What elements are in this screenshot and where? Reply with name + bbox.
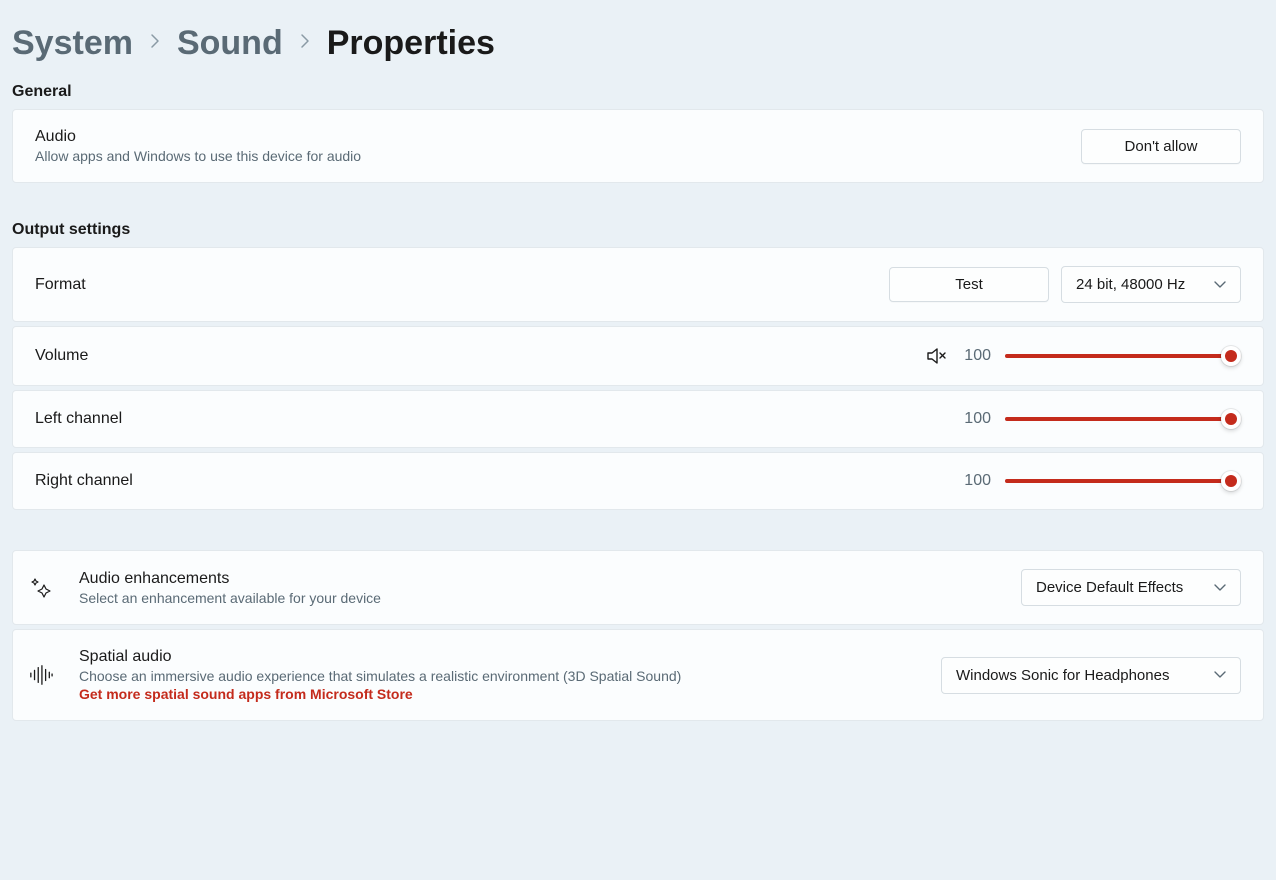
card-volume: Volume 100 bbox=[12, 326, 1264, 386]
soundwave-icon bbox=[29, 663, 53, 687]
card-audio: Audio Allow apps and Windows to use this… bbox=[12, 109, 1264, 183]
slider-track bbox=[1005, 479, 1241, 483]
volume-slider[interactable] bbox=[1005, 346, 1241, 366]
chevron-down-icon bbox=[1214, 582, 1226, 594]
format-dropdown[interactable]: 24 bit, 48000 Hz bbox=[1061, 266, 1241, 303]
audio-title: Audio bbox=[35, 128, 361, 146]
spatial-dropdown[interactable]: Windows Sonic for Headphones bbox=[941, 657, 1241, 694]
breadcrumb: System Sound Properties bbox=[12, 0, 1264, 71]
enhancements-value: Device Default Effects bbox=[1036, 579, 1183, 596]
test-button[interactable]: Test bbox=[889, 267, 1049, 302]
chevron-down-icon bbox=[1214, 669, 1226, 681]
card-right-channel: Right channel 100 bbox=[12, 452, 1264, 510]
card-left-channel: Left channel 100 bbox=[12, 390, 1264, 448]
left-channel-value: 100 bbox=[961, 410, 991, 428]
enhancements-title: Audio enhancements bbox=[79, 570, 381, 588]
left-channel-title: Left channel bbox=[35, 410, 122, 428]
audio-subtitle: Allow apps and Windows to use this devic… bbox=[35, 148, 361, 164]
left-channel-slider[interactable] bbox=[1005, 409, 1241, 429]
chevron-right-icon bbox=[299, 32, 311, 55]
enhancements-dropdown[interactable]: Device Default Effects bbox=[1021, 569, 1241, 606]
volume-value: 100 bbox=[961, 347, 991, 365]
card-spatial-audio: Spatial audio Choose an immersive audio … bbox=[12, 629, 1264, 721]
spatial-store-link[interactable]: Get more spatial sound apps from Microso… bbox=[79, 686, 681, 702]
right-channel-title: Right channel bbox=[35, 472, 133, 490]
slider-thumb[interactable] bbox=[1221, 409, 1241, 429]
slider-thumb[interactable] bbox=[1221, 346, 1241, 366]
breadcrumb-properties: Properties bbox=[327, 24, 495, 63]
chevron-right-icon bbox=[149, 32, 161, 55]
slider-track bbox=[1005, 417, 1241, 421]
slider-track bbox=[1005, 354, 1241, 358]
section-header-output: Output settings bbox=[12, 209, 1264, 247]
spatial-title: Spatial audio bbox=[79, 648, 681, 666]
mute-icon[interactable] bbox=[925, 345, 947, 367]
card-format: Format Test 24 bit, 48000 Hz bbox=[12, 247, 1264, 322]
right-channel-value: 100 bbox=[961, 472, 991, 490]
sparkle-icon bbox=[29, 576, 53, 600]
section-header-general: General bbox=[12, 71, 1264, 109]
chevron-down-icon bbox=[1214, 279, 1226, 291]
volume-title: Volume bbox=[35, 347, 88, 365]
format-title: Format bbox=[35, 276, 86, 294]
enhancements-subtitle: Select an enhancement available for your… bbox=[79, 590, 381, 606]
dont-allow-button[interactable]: Don't allow bbox=[1081, 129, 1241, 164]
breadcrumb-system[interactable]: System bbox=[12, 24, 133, 63]
spatial-value: Windows Sonic for Headphones bbox=[956, 667, 1169, 684]
format-value: 24 bit, 48000 Hz bbox=[1076, 276, 1185, 293]
right-channel-slider[interactable] bbox=[1005, 471, 1241, 491]
slider-thumb[interactable] bbox=[1221, 471, 1241, 491]
breadcrumb-sound[interactable]: Sound bbox=[177, 24, 283, 63]
spatial-subtitle: Choose an immersive audio experience tha… bbox=[79, 668, 681, 684]
card-audio-enhancements: Audio enhancements Select an enhancement… bbox=[12, 550, 1264, 625]
